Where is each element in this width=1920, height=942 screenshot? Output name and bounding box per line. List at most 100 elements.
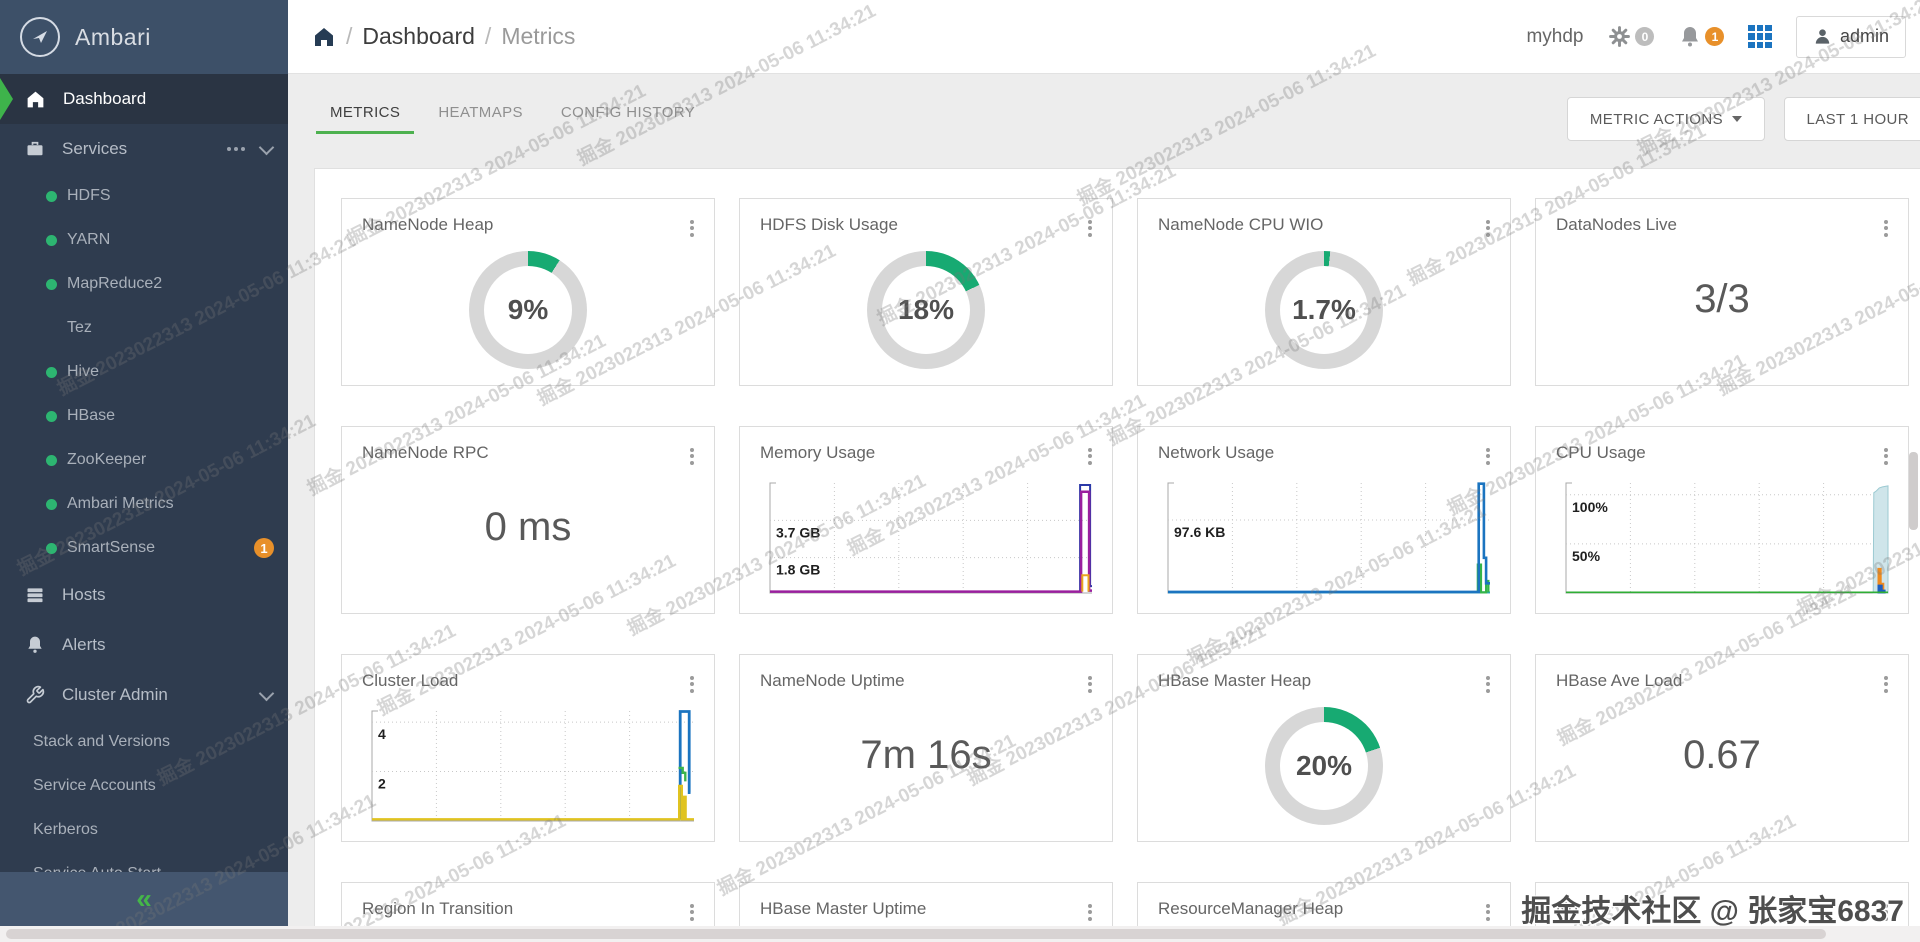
- chevron-down-icon[interactable]: [258, 685, 275, 701]
- card-namenode-uptime: NameNode Uptime 7m 16s: [739, 654, 1113, 842]
- bell-icon: [28, 636, 42, 653]
- tab-config-history[interactable]: CONFIG HISTORY: [561, 104, 695, 121]
- kebab-menu-icon[interactable]: [1482, 671, 1494, 697]
- alerts-indicator[interactable]: 1: [1678, 25, 1725, 49]
- breadcrumb-dashboard[interactable]: Dashboard: [362, 23, 475, 50]
- kebab-menu-icon[interactable]: [686, 443, 698, 469]
- user-menu-button[interactable]: admin: [1795, 15, 1906, 58]
- donut-gauge: 20%: [1265, 707, 1383, 825]
- status-dot-green: [46, 366, 57, 378]
- sidebar-item-zookeeper[interactable]: ZooKeeper: [0, 438, 288, 482]
- top-bar: / Dashboard / Metrics myhdp 0 1 admin: [288, 0, 1920, 74]
- card-network-usage: Network Usage 97.6 KB: [1137, 426, 1511, 614]
- kebab-menu-icon[interactable]: [1880, 671, 1892, 697]
- svg-text:97.6 KB: 97.6 KB: [1174, 524, 1225, 540]
- ops-indicator[interactable]: 0: [1607, 24, 1655, 49]
- services-overflow-icon[interactable]: [227, 147, 245, 151]
- kebab-menu-icon[interactable]: [1880, 443, 1892, 469]
- sidebar-item-cluster-admin[interactable]: Cluster Admin: [0, 670, 288, 720]
- brand-name: Ambari: [75, 23, 151, 50]
- status-dot-green: [46, 454, 57, 466]
- metric-actions-button[interactable]: METRIC ACTIONS: [1566, 97, 1765, 141]
- kebab-menu-icon[interactable]: [1482, 899, 1494, 925]
- tab-metrics[interactable]: METRICS: [315, 104, 415, 134]
- kebab-menu-icon[interactable]: [1084, 215, 1096, 241]
- status-dot-green: [46, 234, 57, 246]
- sidebar: Ambari Dashboard Services HDFS YARN MapR…: [0, 0, 288, 942]
- svg-text:2: 2: [378, 776, 386, 792]
- sidebar-item-tez[interactable]: Tez: [0, 306, 288, 350]
- ambari-logo-icon: [20, 17, 60, 57]
- kebab-menu-icon[interactable]: [1084, 671, 1096, 697]
- sidebar-item-alerts[interactable]: Alerts: [0, 620, 288, 670]
- card-hdfs-disk-usage: HDFS Disk Usage 18%: [739, 198, 1113, 386]
- metrics-panel: NameNode Heap 9% HDFS Disk Usage 18% Nam…: [314, 168, 1920, 942]
- sidebar-item-ambari-metrics[interactable]: Ambari Metrics: [0, 482, 288, 526]
- svg-text:100%: 100%: [1572, 499, 1608, 515]
- kebab-menu-icon[interactable]: [1482, 215, 1494, 241]
- cpu-usage-chart: 100% 50%: [1565, 482, 1889, 594]
- sidebar-item-hosts[interactable]: Hosts: [0, 570, 288, 620]
- sidebar-item-hive[interactable]: Hive: [0, 350, 288, 394]
- metric-value: 0.67: [1683, 733, 1761, 777]
- status-dot-green: [46, 410, 57, 422]
- breadcrumb: / Dashboard / Metrics: [312, 23, 575, 50]
- metric-value: 3/3: [1694, 277, 1750, 321]
- card-cpu-usage: CPU Usage 100% 50%: [1535, 426, 1909, 614]
- svg-text:1.8 GB: 1.8 GB: [776, 562, 820, 578]
- kebab-menu-icon[interactable]: [686, 671, 698, 697]
- app-grid-icon[interactable]: [1748, 24, 1772, 49]
- status-dot-green: [46, 498, 57, 510]
- caret-down-icon: [1732, 116, 1742, 122]
- sidebar-item-dashboard[interactable]: Dashboard: [0, 74, 288, 124]
- card-memory-usage: Memory Usage 3.7 GB 1.8 GB: [739, 426, 1113, 614]
- kebab-menu-icon[interactable]: [1084, 443, 1096, 469]
- sidebar-item-kerberos[interactable]: Kerberos: [0, 808, 288, 852]
- sidebar-item-yarn[interactable]: YARN: [0, 218, 288, 262]
- home-icon[interactable]: [312, 25, 336, 49]
- sidebar-collapse-button[interactable]: «: [0, 872, 288, 926]
- status-dot-green: [46, 278, 57, 290]
- brand-home-link[interactable]: Ambari: [0, 0, 288, 74]
- donut-gauge: 18%: [867, 251, 985, 369]
- gear-icon: [1609, 26, 1631, 47]
- metric-value: 7m 16s: [860, 733, 992, 777]
- svg-text:4: 4: [378, 726, 386, 742]
- status-dot-green: [46, 542, 57, 554]
- card-datanodes-live: DataNodes Live 3/3: [1535, 198, 1909, 386]
- kebab-menu-icon[interactable]: [1880, 215, 1892, 241]
- hosts-icon: [27, 588, 43, 603]
- sidebar-item-smartsense[interactable]: SmartSense 1: [0, 526, 288, 570]
- person-icon: [1815, 29, 1830, 44]
- metrics-tab-bar: METRICS HEATMAPS CONFIG HISTORY: [315, 104, 695, 134]
- sidebar-item-hdfs[interactable]: HDFS: [0, 174, 288, 218]
- sidebar-item-mapreduce2[interactable]: MapReduce2: [0, 262, 288, 306]
- metric-value: 0 ms: [484, 505, 572, 549]
- sidebar-item-hbase[interactable]: HBase: [0, 394, 288, 438]
- home-icon: [27, 91, 44, 107]
- horizontal-scrollbar-thumb[interactable]: [6, 929, 1826, 939]
- ops-count-badge: 0: [1635, 27, 1655, 46]
- kebab-menu-icon[interactable]: [1880, 899, 1892, 925]
- vertical-scrollbar-thumb[interactable]: [1909, 452, 1918, 530]
- briefcase-icon: [27, 141, 43, 156]
- svg-text:3.7 GB: 3.7 GB: [776, 524, 820, 540]
- sidebar-item-service-accounts[interactable]: Service Accounts: [0, 764, 288, 808]
- kebab-menu-icon[interactable]: [1084, 899, 1096, 925]
- kebab-menu-icon[interactable]: [686, 899, 698, 925]
- sidebar-item-stack-and-versions[interactable]: Stack and Versions: [0, 720, 288, 764]
- time-range-button[interactable]: LAST 1 HOUR: [1783, 97, 1920, 141]
- card-namenode-heap: NameNode Heap 9%: [341, 198, 715, 386]
- kebab-menu-icon[interactable]: [686, 215, 698, 241]
- card-namenode-cpu-wio: NameNode CPU WIO 1.7%: [1137, 198, 1511, 386]
- bell-icon: [1682, 26, 1699, 46]
- sidebar-item-services[interactable]: Services: [0, 124, 288, 174]
- chevron-down-icon[interactable]: [258, 139, 275, 155]
- metric-card-grid: NameNode Heap 9% HDFS Disk Usage 18% Nam…: [315, 169, 1920, 942]
- kebab-menu-icon[interactable]: [1482, 443, 1494, 469]
- tab-heatmaps[interactable]: HEATMAPS: [438, 104, 523, 121]
- ambari-dashboard: Ambari Dashboard Services HDFS YARN MapR…: [0, 0, 1920, 942]
- card-cluster-load: Cluster Load 42: [341, 654, 715, 842]
- donut-gauge: 9%: [469, 251, 587, 369]
- cluster-name: myhdp: [1526, 25, 1584, 47]
